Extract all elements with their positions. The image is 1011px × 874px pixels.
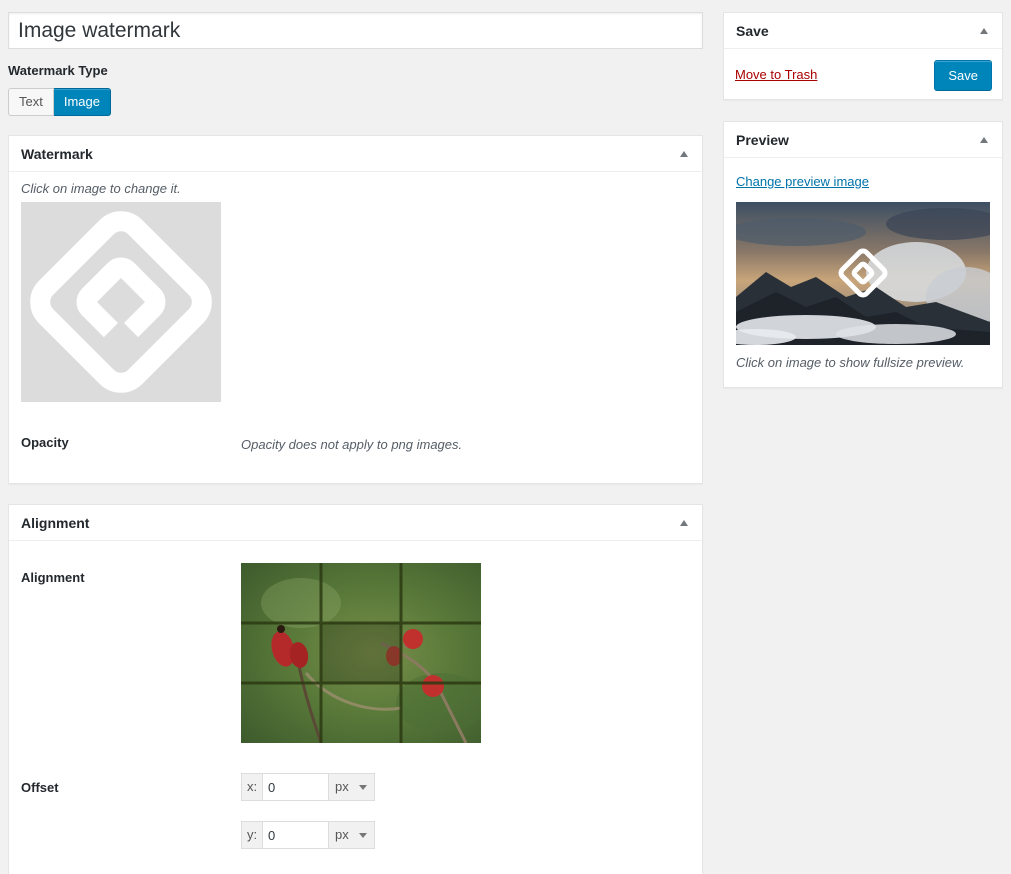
opacity-note: Opacity does not apply to png images.: [241, 437, 463, 452]
save-box-header[interactable]: Save: [724, 13, 1002, 49]
watermark-type-toggle: Text Image: [8, 88, 111, 116]
offset-y-unit-select[interactable]: px: [329, 821, 375, 849]
offset-y-unit-label: px: [335, 827, 349, 842]
chevron-down-icon: [359, 833, 367, 838]
preview-landscape-image: [736, 202, 990, 345]
watermark-box: Watermark Click on image to change it. O…: [8, 135, 703, 484]
collapse-arrow-icon[interactable]: [980, 136, 988, 143]
preview-image[interactable]: [736, 202, 990, 345]
offset-y-row: y: px: [241, 821, 375, 849]
watermark-logo-icon: [30, 211, 212, 393]
watermark-image-hint: Click on image to change it.: [21, 181, 181, 196]
offset-label: Offset: [21, 780, 59, 795]
change-preview-image-link[interactable]: Change preview image: [736, 174, 869, 189]
save-box-title: Save: [736, 22, 769, 39]
chevron-down-icon: [359, 785, 367, 790]
offset-x-unit-select[interactable]: px: [329, 773, 375, 801]
alignment-box-title: Alignment: [21, 514, 90, 531]
offset-x-input[interactable]: [262, 773, 329, 801]
move-to-trash-link[interactable]: Move to Trash: [735, 67, 817, 82]
watermark-image[interactable]: [21, 202, 221, 402]
preview-box-title: Preview: [736, 131, 789, 148]
offset-y-prefix: y:: [241, 821, 262, 849]
type-text-button[interactable]: Text: [8, 88, 54, 116]
collapse-arrow-icon[interactable]: [680, 150, 688, 157]
alignment-grid[interactable]: [241, 563, 481, 743]
offset-x-prefix: x:: [241, 773, 262, 801]
watermark-box-header[interactable]: Watermark: [9, 136, 702, 172]
alignment-box: Alignment Alignment Offset x: 0 px y: 0 …: [8, 504, 703, 874]
save-button[interactable]: Save: [934, 60, 992, 91]
offset-x-row: x: px: [241, 773, 375, 801]
watermark-box-title: Watermark: [21, 145, 93, 162]
watermark-type-label: Watermark Type: [8, 63, 108, 78]
collapse-arrow-icon[interactable]: [680, 519, 688, 526]
offset-y-input[interactable]: [262, 821, 329, 849]
type-image-button[interactable]: Image: [53, 88, 111, 116]
alignment-background-image: [241, 563, 481, 743]
title-input[interactable]: [8, 12, 703, 49]
preview-box-header[interactable]: Preview: [724, 122, 1002, 158]
alignment-box-header[interactable]: Alignment: [9, 505, 702, 541]
offset-x-unit-label: px: [335, 779, 349, 794]
save-box: Save Move to Trash Save: [723, 12, 1003, 100]
preview-hint: Click on image to show fullsize preview.: [736, 355, 965, 370]
preview-box: Preview Change preview image Click on im…: [723, 121, 1003, 388]
opacity-label: Opacity: [21, 435, 69, 450]
alignment-label: Alignment: [21, 570, 85, 585]
collapse-arrow-icon[interactable]: [980, 27, 988, 34]
